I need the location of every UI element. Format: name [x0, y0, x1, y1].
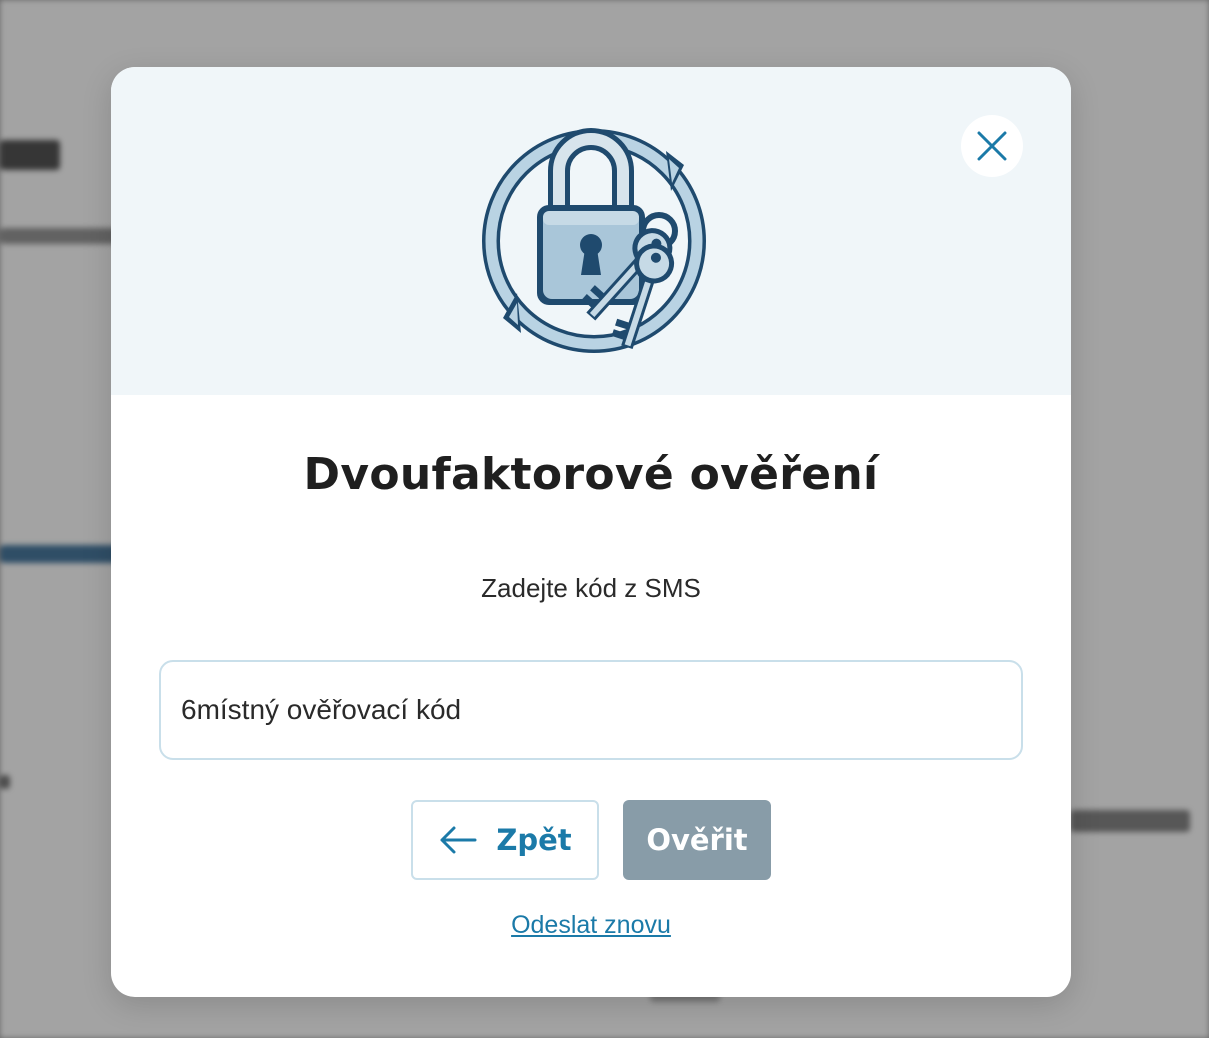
resend-code-link[interactable]: Odeslat znovu	[111, 911, 1071, 940]
dialog-subtitle: Zadejte kód z SMS	[481, 573, 701, 603]
arrow-left-icon	[440, 826, 477, 854]
dialog-header	[111, 67, 1071, 395]
back-button-label: Zpět	[496, 823, 572, 857]
close-icon	[977, 131, 1007, 161]
padlock-with-keys-icon	[482, 128, 706, 353]
dialog-title: Dvoufaktorové ověření	[303, 449, 879, 500]
verify-button-label: Ověřit	[646, 823, 748, 857]
back-button[interactable]: Zpět	[411, 800, 599, 880]
verification-code-input[interactable]	[159, 660, 1023, 760]
close-button[interactable]	[961, 115, 1023, 177]
verify-button[interactable]: Ověřit	[623, 800, 771, 880]
two-factor-dialog: Dvoufaktorové ověření Zadejte kód z SMS …	[111, 67, 1071, 997]
